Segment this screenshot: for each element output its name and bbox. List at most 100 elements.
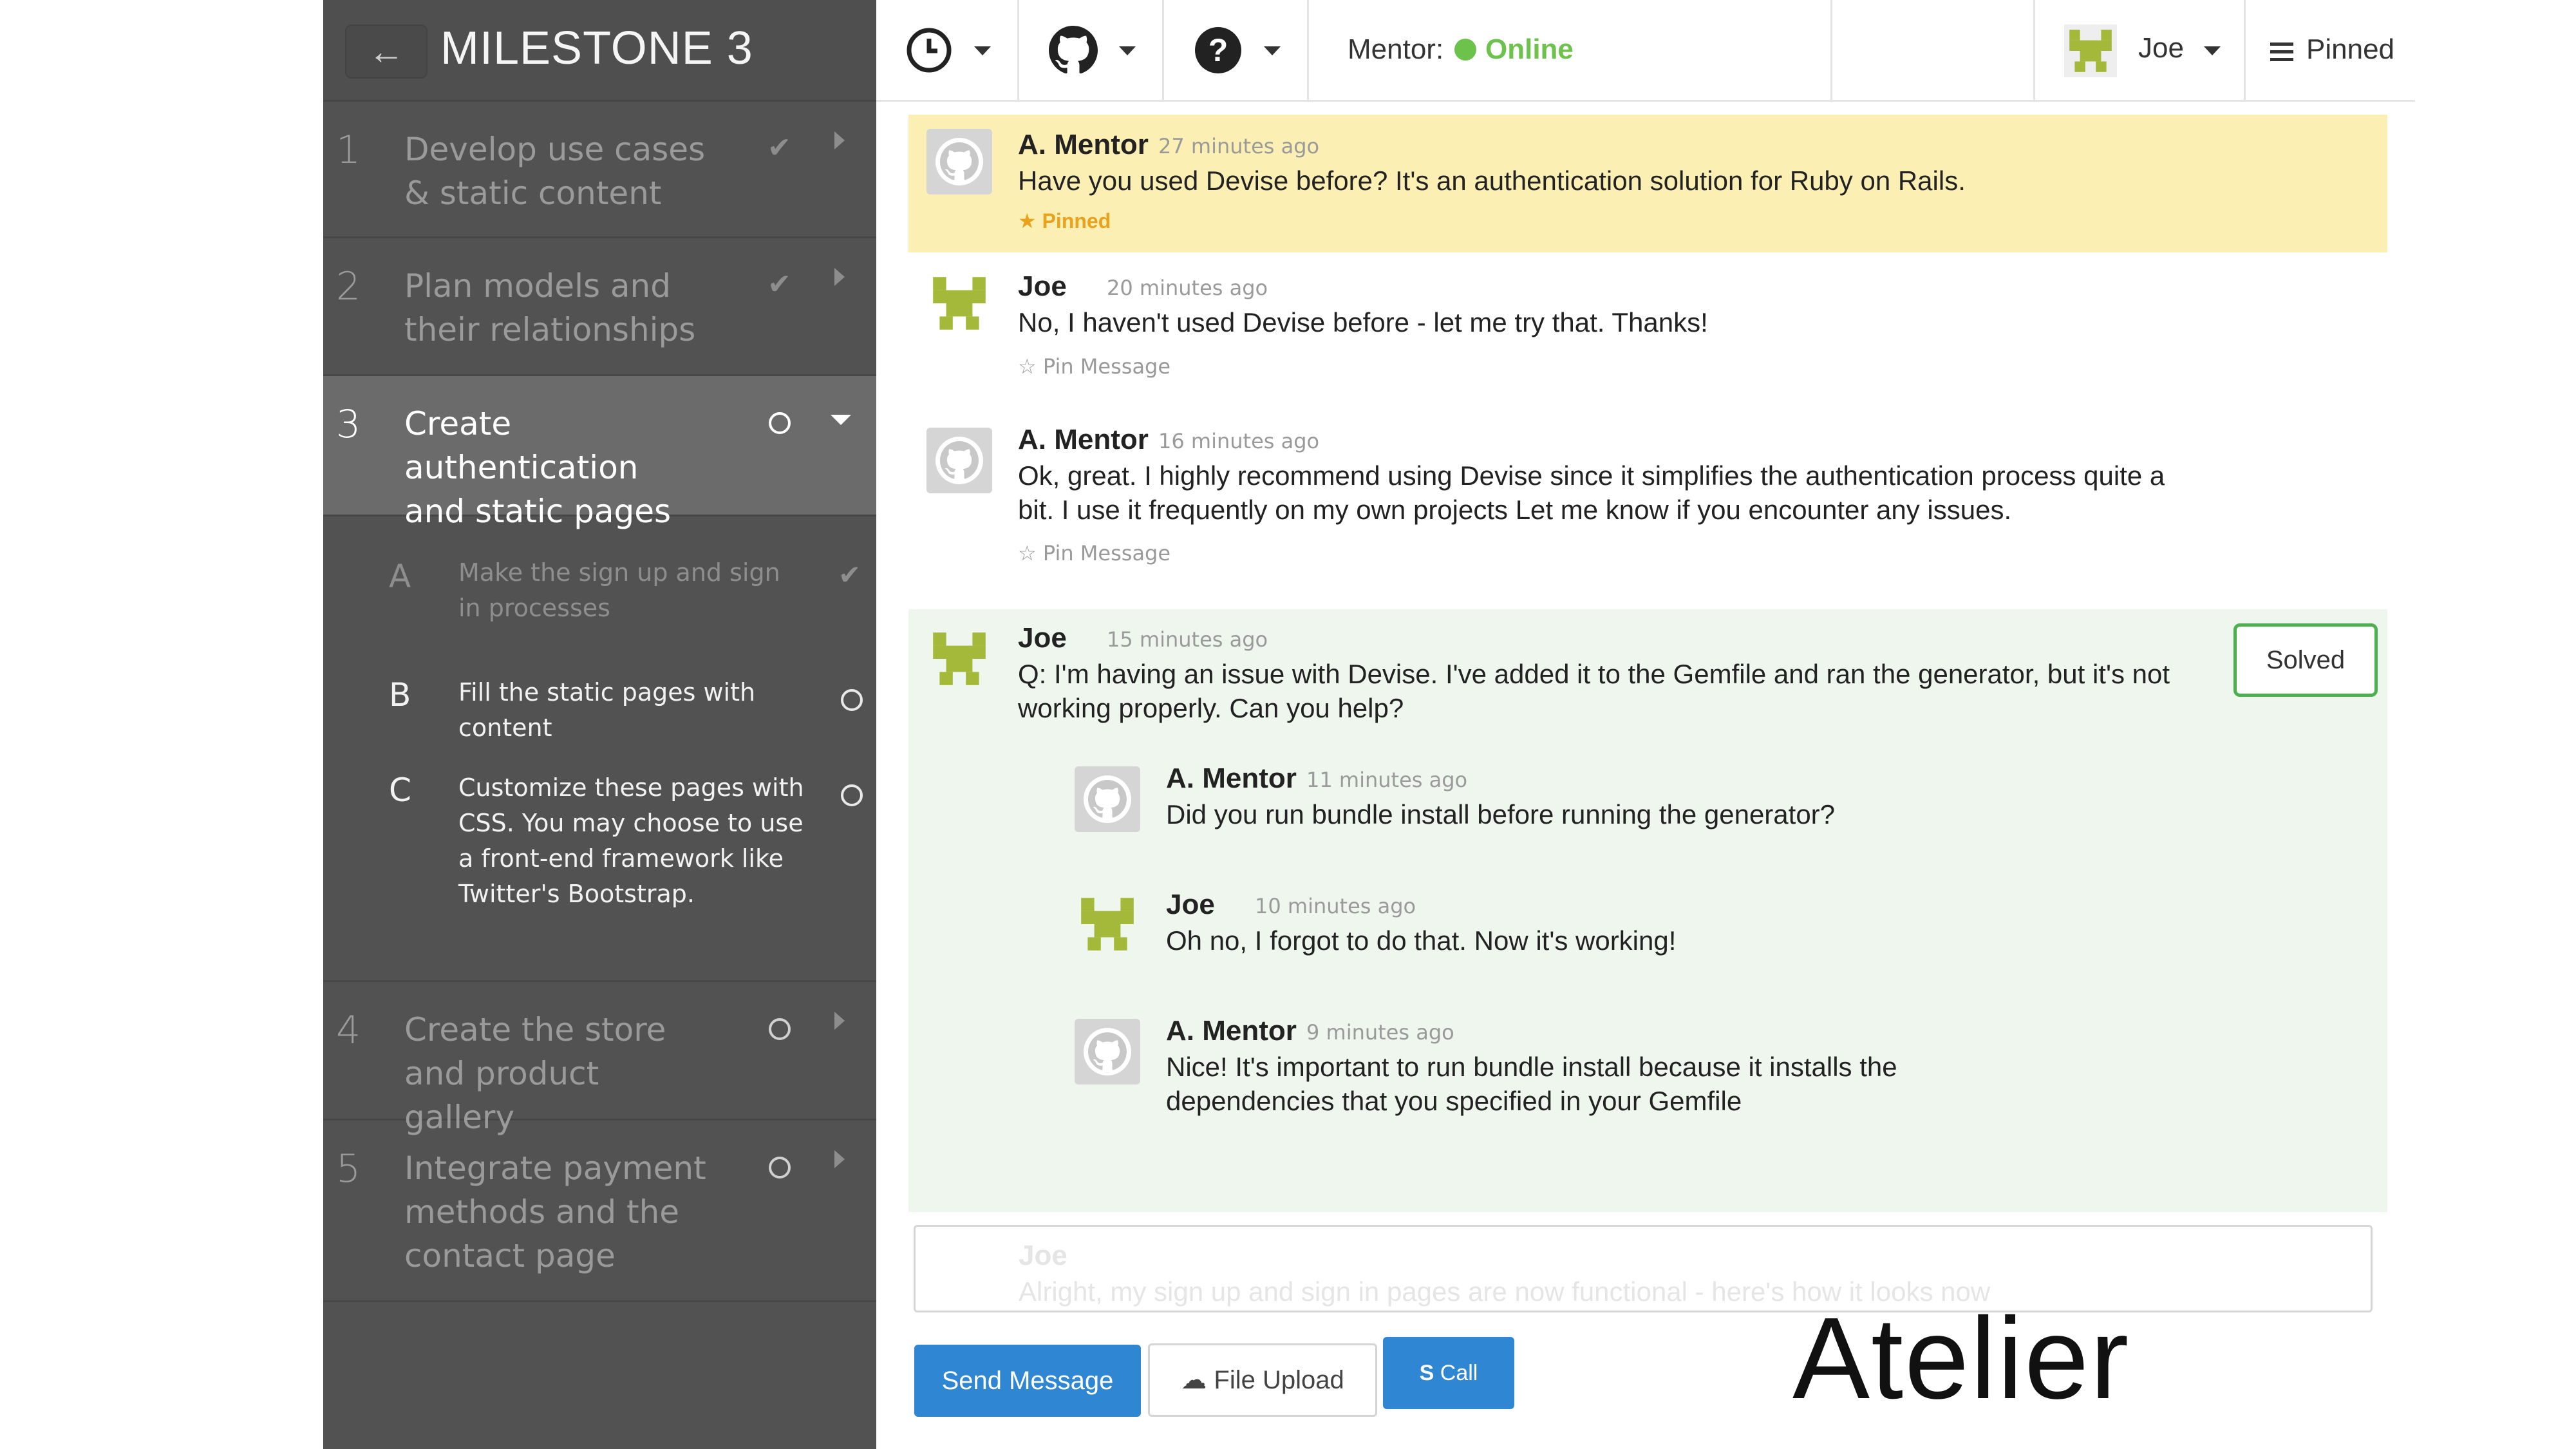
substep-c[interactable]: C Customize these pages with CSS. You ma… — [323, 769, 876, 917]
chevron-down-icon — [2204, 46, 2221, 55]
chevron-right-icon[interactable] — [834, 131, 845, 149]
history-menu[interactable] — [876, 0, 1019, 102]
step-3[interactable]: 3 Create authentication and static pages — [323, 376, 876, 530]
chevron-down-icon — [1264, 46, 1281, 55]
svg-text:?: ? — [1208, 32, 1228, 68]
mentor-label: Mentor: — [1348, 33, 1444, 65]
reply-author: A. Mentor — [1166, 1015, 1297, 1046]
step-5[interactable]: 5 Integrate payment methods and the cont… — [323, 1121, 876, 1302]
step-label: Create authentication and static pages — [404, 405, 672, 530]
chevron-down-icon[interactable] — [831, 415, 851, 425]
reply-author: Joe — [1166, 889, 1215, 920]
incomplete-circle-icon — [769, 1157, 791, 1179]
substep-letter: C — [389, 772, 411, 809]
chevron-right-icon[interactable] — [834, 268, 845, 286]
check-icon: ✔ — [767, 132, 791, 164]
avatar — [1075, 1019, 1140, 1084]
step-number: 4 — [336, 1008, 361, 1053]
message-text: Ok, great. I highly recommend using Devi… — [1018, 460, 2165, 525]
chevron-right-icon[interactable] — [834, 1012, 845, 1030]
avatar — [2064, 24, 2117, 77]
reply-text: Did you run bundle install before runnin… — [1166, 799, 1836, 829]
step-label: Create the store and product gallery — [404, 1011, 666, 1136]
message-author: A. Mentor — [1018, 129, 1149, 160]
milestone-sidebar: ← MILESTONE 3 1 Develop use cases & stat… — [323, 0, 876, 1449]
avatar — [1075, 766, 1140, 832]
mentor-status: Mentor: Online — [1309, 0, 1832, 102]
clock-icon — [907, 28, 952, 73]
menu-icon — [2270, 43, 2293, 61]
step-number: 5 — [336, 1146, 361, 1191]
avatar — [926, 428, 992, 493]
pin-message-link[interactable]: ☆ Pin Message — [1018, 541, 1170, 565]
back-arrow-icon: ← — [368, 31, 404, 71]
message-time: 20 minutes ago — [1107, 276, 1268, 300]
message-author: Joe — [1019, 1240, 1067, 1271]
avatar — [933, 277, 986, 330]
help-icon: ? — [1195, 27, 1241, 73]
pinned-label: Pinned — [2306, 33, 2395, 65]
step-2[interactable]: 2 Plan models and their relationships ✔ — [323, 238, 876, 376]
message-text: Have you used Devise before? It's an aut… — [1018, 166, 1966, 196]
pinned-badge[interactable]: ★ Pinned — [1018, 209, 1111, 233]
step-number: 3 — [336, 402, 361, 447]
back-button[interactable]: ← — [345, 24, 428, 79]
message-item: A. Mentor 16 minutes ago Ok, great. I hi… — [908, 424, 2387, 585]
solved-button[interactable]: Solved — [2233, 623, 2378, 697]
incomplete-circle-icon — [769, 1018, 791, 1040]
reply-time: 9 minutes ago — [1306, 1020, 1454, 1045]
milestone-title: MILESTONE 3 — [440, 23, 753, 74]
pin-message-link[interactable]: ☆ Pin Message — [1018, 354, 1170, 379]
reply-text: Oh no, I forgot to do that. Now it's wor… — [1166, 925, 1677, 956]
github-icon — [1088, 780, 1127, 818]
avatar — [933, 632, 986, 685]
step-1[interactable]: 1 Develop use cases & static content ✔ — [323, 102, 876, 238]
reply-time: 11 minutes ago — [1306, 768, 1468, 792]
message-author: Joe — [1018, 270, 1067, 302]
message-input[interactable]: Joe Alright, my sign up and sign in page… — [914, 1225, 2373, 1312]
star-outline-icon: ☆ — [1018, 541, 1037, 565]
call-button[interactable]: S Call — [1383, 1337, 1514, 1409]
chevron-down-icon — [1119, 46, 1136, 55]
pinned-badge-label: Pinned — [1042, 209, 1111, 232]
substep-label: Customize these pages with CSS. You may … — [458, 773, 804, 908]
step-label: Plan models and their relationships — [404, 267, 696, 348]
pin-message-label: Pin Message — [1042, 541, 1171, 565]
message-author: A. Mentor — [1018, 424, 1149, 455]
help-menu[interactable]: ? — [1164, 0, 1309, 102]
substep-label: Make the sign up and sign in processes — [458, 558, 780, 622]
message-author: Joe — [1018, 622, 1067, 654]
send-message-button[interactable]: Send Message — [914, 1345, 1141, 1417]
message-time: 27 minutes ago — [1158, 134, 1320, 158]
chevron-down-icon — [974, 46, 991, 55]
substep-b[interactable]: B Fill the static pages with content — [323, 674, 876, 742]
skype-icon: S — [1419, 1361, 1434, 1385]
call-label: Call — [1440, 1361, 1478, 1385]
pin-message-label: Pin Message — [1042, 354, 1171, 379]
avatar — [1081, 898, 1134, 951]
github-icon — [1088, 1032, 1127, 1070]
message-time: 15 minutes ago — [1107, 627, 1268, 652]
top-bar: ? Mentor: Online Joe Pinned — [876, 0, 2415, 102]
github-menu[interactable] — [1019, 0, 1164, 102]
file-upload-button[interactable]: ☁ File Upload — [1148, 1343, 1377, 1417]
pinned-toggle[interactable]: Pinned — [2246, 0, 2415, 102]
substep-letter: A — [389, 558, 411, 595]
chevron-right-icon[interactable] — [834, 1150, 845, 1168]
user-name: Joe — [2138, 32, 2184, 64]
incomplete-circle-icon — [841, 689, 863, 711]
file-upload-label: File Upload — [1214, 1366, 1344, 1394]
step-4[interactable]: 4 Create the store and product gallery — [323, 980, 876, 1136]
message-text: Q: I'm having an issue with Devise. I've… — [1018, 659, 2170, 723]
message-item: Joe 20 minutes ago No, I haven't used De… — [908, 270, 2387, 399]
substep-a[interactable]: A Make the sign up and sign in processes… — [323, 554, 876, 631]
star-icon: ★ — [1018, 209, 1037, 232]
user-menu[interactable]: Joe — [2033, 0, 2246, 102]
step-number: 1 — [336, 128, 361, 173]
message-pinned: A. Mentor 27 minutes ago Have you used D… — [908, 115, 2387, 252]
reply-author: A. Mentor — [1166, 762, 1297, 794]
step-label: Integrate payment methods and the contac… — [404, 1150, 706, 1274]
message-text: No, I haven't used Devise before - let m… — [1018, 307, 1708, 337]
check-icon: ✔ — [767, 269, 791, 300]
reply-text: Nice! It's important to run bundle insta… — [1166, 1052, 1897, 1116]
